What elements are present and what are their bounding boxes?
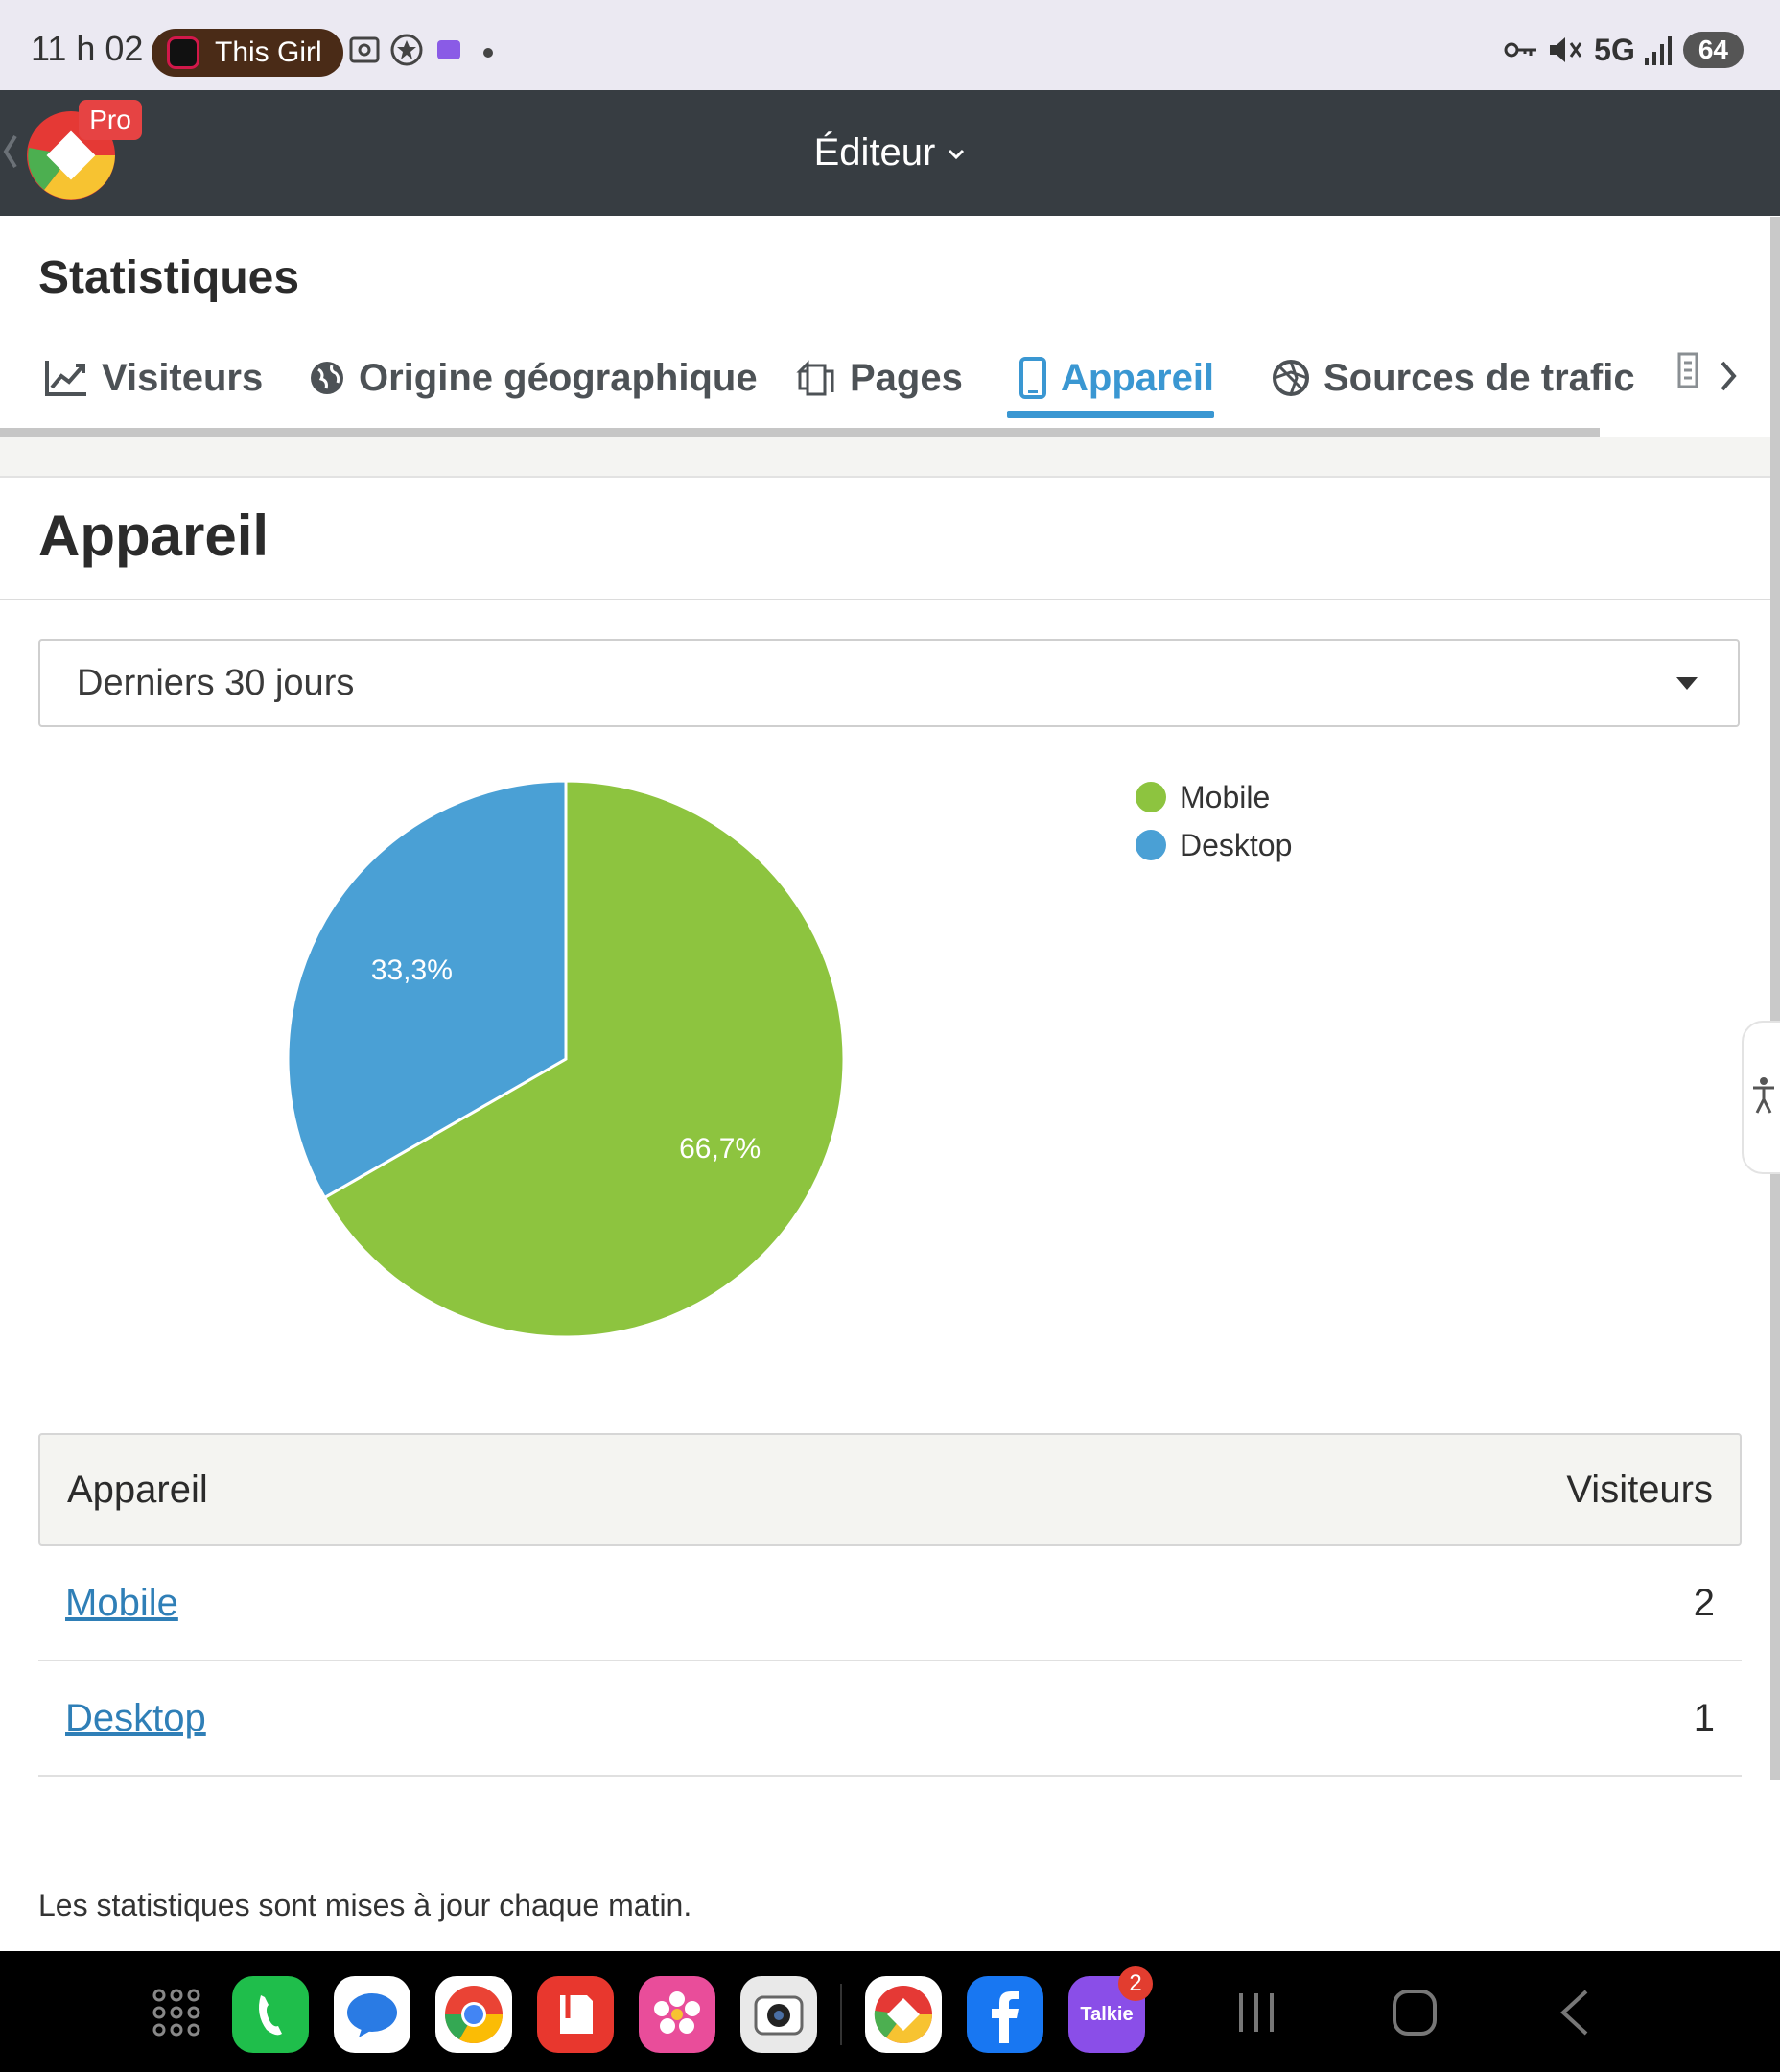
tab-label: Pages <box>850 356 963 399</box>
facebook-app-icon[interactable] <box>967 1976 1043 2053</box>
tab-sources-de-trafic[interactable]: Sources de trafic <box>1272 332 1635 424</box>
back-icon[interactable] <box>1556 1986 1594 2039</box>
battery-level: 64 <box>1682 32 1744 68</box>
media-title: This Girl <box>215 36 322 68</box>
tab-label: Appareil <box>1061 356 1215 399</box>
editor-menu[interactable]: Éditeur <box>0 90 1780 216</box>
notification-badge: 2 <box>1118 1966 1153 2001</box>
gallery-app-icon[interactable] <box>639 1976 715 2053</box>
camera-app-icon[interactable] <box>740 1976 817 2053</box>
chrome-app-icon[interactable] <box>435 1976 512 2053</box>
table-row: Desktop 1 <box>38 1661 1742 1777</box>
legend-label: Desktop <box>1180 827 1293 862</box>
status-time: 11 h 02 <box>31 29 144 68</box>
column-header-appareil[interactable]: Appareil <box>67 1435 208 1544</box>
active-tab-indicator <box>1007 411 1214 418</box>
tiktok-icon <box>167 36 199 69</box>
dropdown-caret-icon <box>1676 677 1698 690</box>
dock-separator <box>840 1984 842 2045</box>
notes-app-icon[interactable] <box>537 1976 614 2053</box>
media-pill[interactable]: This Girl <box>152 29 343 77</box>
home-icon[interactable] <box>1391 1986 1439 2039</box>
section-separator <box>0 437 1770 478</box>
signal-icon <box>1644 36 1672 65</box>
device-link-desktop[interactable]: Desktop <box>65 1661 206 1775</box>
tab-label: Sources de trafic <box>1323 356 1635 399</box>
talkie-icon <box>437 40 460 59</box>
document-icon[interactable] <box>1676 351 1699 389</box>
tabs-scrollbar[interactable] <box>0 428 1600 437</box>
accessibility-icon <box>1753 1077 1774 1114</box>
pie-label-mobile: 66,7% <box>679 1133 761 1165</box>
visitor-count: 1 <box>1693 1697 1715 1739</box>
legend-swatch <box>1136 782 1166 812</box>
tab-visiteurs[interactable]: Visiteurs <box>44 332 263 424</box>
legend-item-desktop[interactable]: Desktop <box>1136 821 1292 869</box>
tab-label: Visiteurs <box>102 356 264 399</box>
line-chart-icon <box>45 361 86 396</box>
mobile-icon <box>1019 357 1046 399</box>
period-select[interactable]: Derniers 30 jours <box>38 639 1740 727</box>
page-title: Statistiques <box>38 252 300 303</box>
star-badge-icon <box>390 34 423 66</box>
legend-label: Mobile <box>1180 779 1271 814</box>
device-table: Appareil Visiteurs Mobile 2 Desktop 1 <box>38 1433 1742 1777</box>
chart-legend: Mobile Desktop <box>1136 773 1292 869</box>
footer-note: Les statistiques sont mises à jour chaqu… <box>38 1888 692 1922</box>
notification-dot <box>483 48 493 58</box>
device-pie-chart: 66,7% 33,3% <box>286 779 846 1339</box>
table-header: Appareil Visiteurs <box>38 1433 1742 1546</box>
vpn-key-icon <box>1504 42 1537 58</box>
table-row: Mobile 2 <box>38 1546 1742 1661</box>
editor-title: Éditeur <box>813 131 936 174</box>
visitor-count: 2 <box>1693 1582 1715 1624</box>
traffic-icon <box>1273 360 1309 396</box>
screenshot-icon <box>349 36 380 63</box>
device-link-mobile[interactable]: Mobile <box>65 1546 178 1660</box>
stats-tabs: Visiteurs Origine géographique Pages App… <box>0 332 1770 437</box>
pages-icon <box>796 360 834 396</box>
page-scrollbar-thumb[interactable] <box>1770 217 1780 1780</box>
tab-label: Origine géographique <box>359 356 758 399</box>
status-right: 5G 64 <box>1504 31 1744 69</box>
legend-item-mobile[interactable]: Mobile <box>1136 773 1292 821</box>
network-type: 5G <box>1594 32 1635 67</box>
legend-swatch <box>1136 830 1166 860</box>
accessibility-button[interactable] <box>1742 1021 1780 1174</box>
tab-origine-geographique[interactable]: Origine géographique <box>309 332 758 424</box>
recent-apps-icon[interactable] <box>1235 1986 1277 2039</box>
chevron-down-icon <box>949 150 965 160</box>
section-title: Appareil <box>38 504 269 568</box>
editor-app-icon[interactable] <box>865 1976 942 2053</box>
mute-icon <box>1550 37 1582 62</box>
messages-app-icon[interactable] <box>334 1976 410 2053</box>
status-bar: 11 h 02 This Girl 5G 64 <box>0 0 1780 90</box>
column-header-visiteurs[interactable]: Visiteurs <box>1566 1435 1713 1544</box>
divider <box>0 599 1770 600</box>
period-select-value: Derniers 30 jours <box>77 663 355 703</box>
tabs-scroll-right-icon[interactable] <box>1717 357 1740 395</box>
tab-pages[interactable]: Pages <box>794 332 963 424</box>
globe-icon <box>311 362 343 394</box>
phone-app-icon[interactable] <box>232 1976 309 2053</box>
pie-label-desktop: 33,3% <box>371 954 453 986</box>
app-drawer-icon[interactable] <box>152 1988 201 2037</box>
